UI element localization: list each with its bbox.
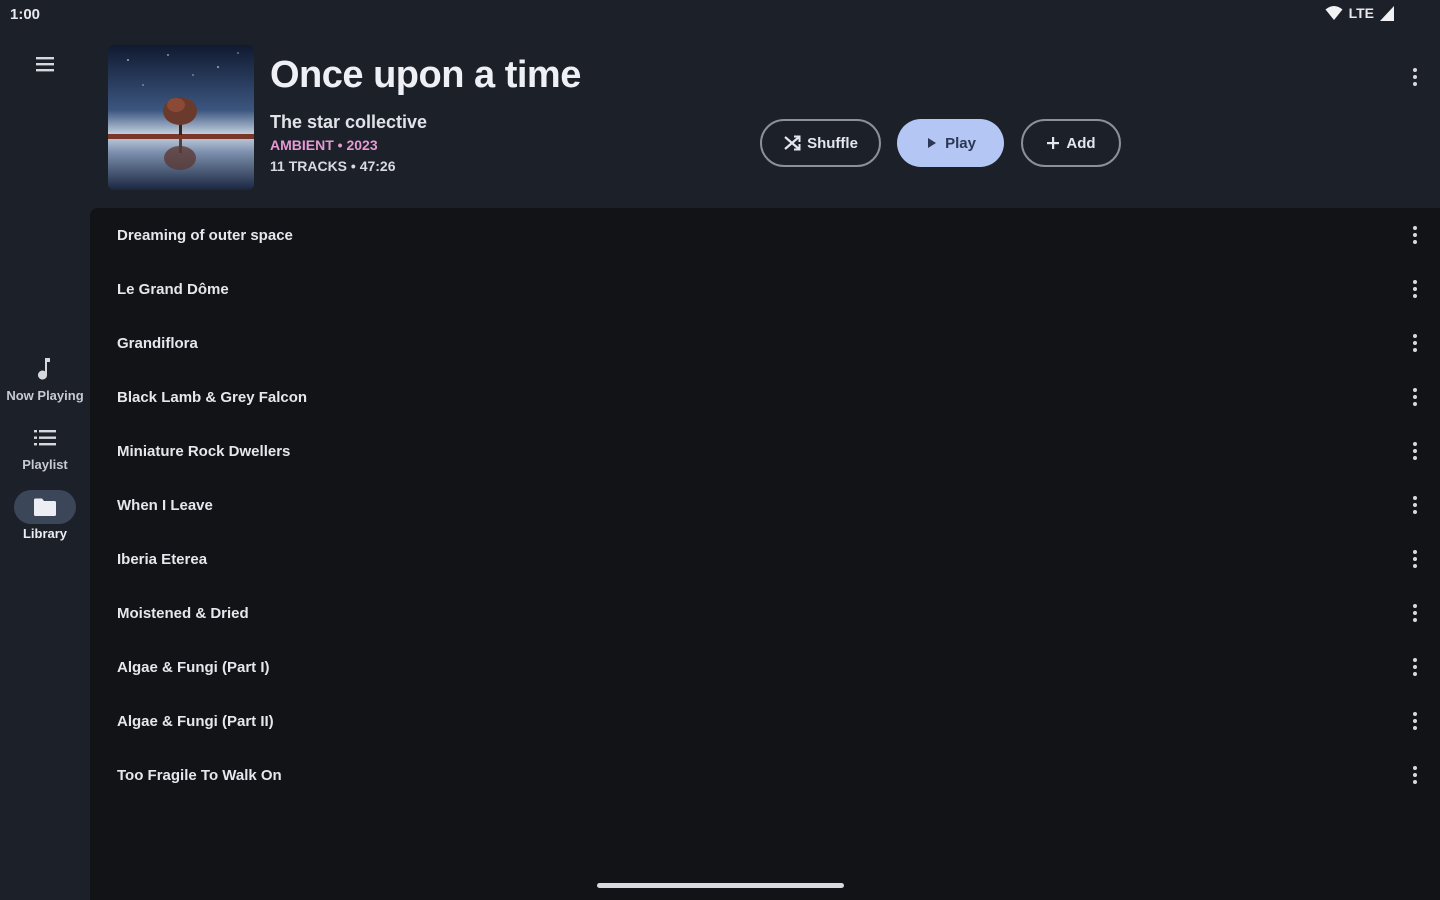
music-note-icon — [38, 358, 50, 380]
track-more-button[interactable] — [1404, 494, 1426, 516]
track-title: Algae & Fungi (Part II) — [117, 712, 274, 730]
rail-icon-container — [14, 490, 76, 524]
more-vert-icon — [1413, 280, 1417, 298]
album-title: Once upon a time — [270, 54, 581, 96]
album-stats: 11 TRACKS • 47:26 — [270, 158, 396, 174]
shuffle-label: Shuffle — [807, 134, 858, 152]
plus-icon — [1047, 137, 1060, 149]
rail-icon-container — [14, 421, 76, 455]
album-artist[interactable]: The star collective — [270, 112, 427, 133]
track-title: Le Grand Dôme — [117, 280, 229, 298]
network-type: LTE — [1348, 5, 1374, 21]
play-label: Play — [945, 134, 976, 152]
track-more-button[interactable] — [1404, 386, 1426, 408]
add-button[interactable]: Add — [1021, 119, 1121, 167]
more-vert-icon — [1413, 658, 1417, 676]
list-icon — [34, 430, 56, 446]
track-row[interactable]: Black Lamb & Grey Falcon — [90, 370, 1440, 424]
track-title: Too Fragile To Walk On — [117, 766, 282, 784]
album-genre: AMBIENT — [270, 137, 334, 153]
folder-icon — [34, 498, 56, 516]
track-more-button[interactable] — [1404, 602, 1426, 624]
rail-label: Library — [22, 526, 68, 541]
rail-item-now-playing[interactable]: Now Playing — [0, 352, 90, 403]
album-year: 2023 — [346, 137, 378, 153]
meta-separator: • — [333, 137, 347, 153]
track-row[interactable]: Le Grand Dôme — [90, 262, 1440, 316]
play-button[interactable]: Play — [897, 119, 1004, 167]
rail-label: Now Playing — [6, 388, 84, 403]
rail-icon-container — [14, 352, 76, 386]
rail-label: Playlist — [22, 457, 68, 472]
status-icons: LTE — [1325, 5, 1394, 21]
add-label: Add — [1066, 134, 1096, 152]
track-row[interactable]: Dreaming of outer space — [90, 208, 1440, 262]
track-more-button[interactable] — [1404, 278, 1426, 300]
track-more-button[interactable] — [1404, 710, 1426, 732]
track-more-button[interactable] — [1404, 548, 1426, 570]
track-title: When I Leave — [117, 496, 213, 514]
track-title: Grandiflora — [117, 334, 198, 352]
more-vert-icon — [1413, 604, 1417, 622]
track-more-button[interactable] — [1404, 224, 1426, 246]
rail-item-library[interactable]: Library — [0, 490, 90, 541]
more-vert-icon — [1413, 226, 1417, 244]
navigation-rail: Now Playing Playlist Library — [0, 30, 90, 900]
more-vert-icon — [1413, 442, 1417, 460]
track-more-button[interactable] — [1404, 332, 1426, 354]
menu-button[interactable] — [30, 52, 60, 76]
hamburger-icon — [36, 57, 54, 72]
wifi-icon — [1325, 6, 1343, 20]
track-more-button[interactable] — [1404, 764, 1426, 786]
track-row[interactable]: Too Fragile To Walk On — [90, 748, 1440, 802]
track-row[interactable]: Iberia Eterea — [90, 532, 1440, 586]
album-art-image — [108, 45, 254, 190]
more-vert-icon — [1413, 766, 1417, 784]
more-vert-icon — [1413, 68, 1417, 86]
album-cover — [108, 45, 254, 190]
app-screen: 1:00 LTE Now Playing Playlist Library On… — [0, 0, 1440, 900]
gesture-navigation-bar[interactable] — [597, 883, 844, 888]
status-bar: 1:00 LTE — [0, 0, 1440, 30]
more-vert-icon — [1413, 334, 1417, 352]
more-vert-icon — [1413, 712, 1417, 730]
shuffle-button[interactable]: Shuffle — [760, 119, 881, 167]
track-title: Iberia Eterea — [117, 550, 208, 568]
track-row[interactable]: Grandiflora — [90, 316, 1440, 370]
play-icon — [928, 138, 937, 148]
more-vert-icon — [1413, 388, 1417, 406]
track-row[interactable]: Algae & Fungi (Part I) — [90, 640, 1440, 694]
status-time: 1:00 — [10, 6, 41, 23]
shuffle-icon — [784, 135, 801, 151]
track-row[interactable]: Algae & Fungi (Part II) — [90, 694, 1440, 748]
track-list: Dreaming of outer space Le Grand Dôme Gr… — [90, 208, 1440, 900]
track-row[interactable]: Miniature Rock Dwellers — [90, 424, 1440, 478]
track-row[interactable]: When I Leave — [90, 478, 1440, 532]
track-title: Black Lamb & Grey Falcon — [117, 388, 308, 406]
signal-icon — [1380, 6, 1394, 21]
rail-item-playlist[interactable]: Playlist — [0, 421, 90, 472]
album-more-button[interactable] — [1404, 66, 1426, 88]
track-row[interactable]: Moistened & Dried — [90, 586, 1440, 640]
track-title: Dreaming of outer space — [117, 226, 293, 244]
track-more-button[interactable] — [1404, 440, 1426, 462]
track-title: Moistened & Dried — [117, 604, 249, 622]
more-vert-icon — [1413, 550, 1417, 568]
album-meta: AMBIENT • 2023 — [270, 137, 378, 153]
track-more-button[interactable] — [1404, 656, 1426, 678]
track-title: Miniature Rock Dwellers — [117, 442, 291, 460]
track-title: Algae & Fungi (Part I) — [117, 658, 270, 676]
more-vert-icon — [1413, 496, 1417, 514]
